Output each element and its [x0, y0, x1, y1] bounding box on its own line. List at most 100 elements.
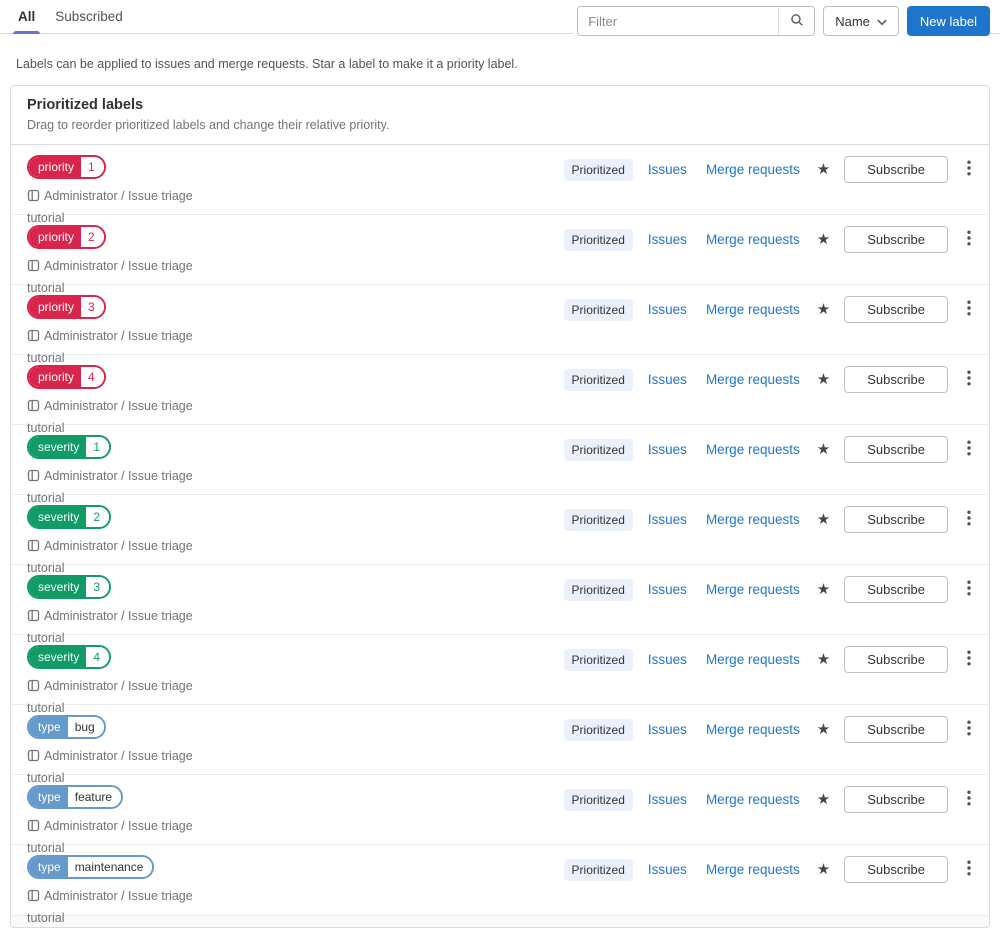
options-menu-button[interactable]: [963, 578, 975, 601]
scoped-label-badge[interactable]: priority 2: [27, 225, 106, 249]
label-value: 2: [86, 507, 110, 527]
issues-link[interactable]: Issues: [648, 302, 687, 317]
tab-all[interactable]: All: [8, 0, 45, 34]
row-actions: Prioritized Issues Merge requests ★ Subs…: [563, 366, 975, 393]
issues-link[interactable]: Issues: [648, 162, 687, 177]
label-row[interactable]: severity 1 Administrator / Issue triage …: [11, 425, 989, 505]
star-icon[interactable]: ★: [815, 510, 832, 529]
star-icon[interactable]: ★: [815, 160, 832, 179]
label-row[interactable]: priority 4 Administrator / Issue triage …: [11, 355, 989, 435]
row-actions: Prioritized Issues Merge requests ★ Subs…: [563, 786, 975, 813]
options-menu-button[interactable]: [963, 508, 975, 531]
merge-requests-link[interactable]: Merge requests: [706, 582, 800, 597]
sort-dropdown[interactable]: Name: [823, 6, 899, 36]
subscribe-button[interactable]: Subscribe: [844, 366, 948, 393]
subscribe-button[interactable]: Subscribe: [844, 856, 948, 883]
star-icon[interactable]: ★: [815, 580, 832, 599]
label-row[interactable]: type bug Administrator / Issue triage tu…: [11, 705, 989, 785]
project-icon: [27, 188, 40, 208]
merge-requests-link[interactable]: Merge requests: [706, 162, 800, 177]
project-icon: [27, 608, 40, 628]
prioritized-badge: Prioritized: [563, 788, 633, 811]
issues-link[interactable]: Issues: [648, 512, 687, 527]
label-row[interactable]: severity 3 Administrator / Issue triage …: [11, 565, 989, 645]
row-actions: Prioritized Issues Merge requests ★ Subs…: [563, 226, 975, 253]
issues-link[interactable]: Issues: [648, 722, 687, 737]
options-menu-button[interactable]: [963, 298, 975, 321]
star-icon[interactable]: ★: [815, 370, 832, 389]
star-icon[interactable]: ★: [815, 230, 832, 249]
subscribe-button[interactable]: Subscribe: [844, 506, 948, 533]
label-scope: severity: [29, 507, 87, 527]
prioritized-badge: Prioritized: [563, 298, 633, 321]
scoped-label-badge[interactable]: severity 1: [27, 435, 112, 459]
scoped-label-badge[interactable]: type feature: [27, 785, 124, 809]
issues-link[interactable]: Issues: [648, 442, 687, 457]
merge-requests-link[interactable]: Merge requests: [706, 372, 800, 387]
options-menu-button[interactable]: [963, 718, 975, 741]
subscribe-button[interactable]: Subscribe: [844, 646, 948, 673]
label-row[interactable]: priority 2 Administrator / Issue triage …: [11, 215, 989, 295]
prioritized-badge: Prioritized: [563, 858, 633, 881]
star-icon[interactable]: ★: [815, 860, 832, 879]
merge-requests-link[interactable]: Merge requests: [706, 512, 800, 527]
options-menu-button[interactable]: [963, 158, 975, 181]
tab-subscribed[interactable]: Subscribed: [45, 0, 133, 33]
merge-requests-link[interactable]: Merge requests: [706, 302, 800, 317]
scoped-label-badge[interactable]: severity 2: [27, 505, 112, 529]
filter-group: [577, 6, 816, 36]
star-icon[interactable]: ★: [815, 790, 832, 809]
scoped-label-badge[interactable]: severity 3: [27, 575, 112, 599]
star-icon[interactable]: ★: [815, 440, 832, 459]
merge-requests-link[interactable]: Merge requests: [706, 652, 800, 667]
options-menu-button[interactable]: [963, 648, 975, 671]
subscribe-button[interactable]: Subscribe: [844, 156, 948, 183]
label-row[interactable]: type maintenance Administrator / Issue t…: [11, 845, 989, 925]
options-menu-button[interactable]: [963, 438, 975, 461]
vertical-dots-icon: [967, 160, 971, 179]
scoped-label-badge[interactable]: type bug: [27, 715, 106, 739]
subscribe-button[interactable]: Subscribe: [844, 716, 948, 743]
subscribe-button[interactable]: Subscribe: [844, 576, 948, 603]
issues-link[interactable]: Issues: [648, 582, 687, 597]
issues-link[interactable]: Issues: [648, 792, 687, 807]
subscribe-button[interactable]: Subscribe: [844, 786, 948, 813]
filter-input[interactable]: [578, 7, 779, 35]
label-row[interactable]: priority 1 Administrator / Issue triage …: [11, 145, 989, 225]
scoped-label-badge[interactable]: priority 3: [27, 295, 106, 319]
label-row[interactable]: type feature Administrator / Issue triag…: [11, 775, 989, 855]
card-title: Prioritized labels: [27, 97, 144, 113]
options-menu-button[interactable]: [963, 858, 975, 881]
subscribe-button[interactable]: Subscribe: [844, 436, 948, 463]
merge-requests-link[interactable]: Merge requests: [706, 722, 800, 737]
scoped-label-badge[interactable]: priority 1: [27, 155, 106, 179]
options-menu-button[interactable]: [963, 228, 975, 251]
scoped-label-badge[interactable]: priority 4: [27, 365, 106, 389]
search-button[interactable]: [778, 7, 815, 35]
options-menu-button[interactable]: [963, 368, 975, 391]
row-actions: Prioritized Issues Merge requests ★ Subs…: [563, 506, 975, 533]
issues-link[interactable]: Issues: [648, 232, 687, 247]
options-menu-button[interactable]: [963, 788, 975, 811]
label-row[interactable]: severity 2 Administrator / Issue triage …: [11, 495, 989, 575]
label-row[interactable]: priority 3 Administrator / Issue triage …: [11, 285, 989, 365]
label-row[interactable]: severity 4 Administrator / Issue triage …: [11, 635, 989, 715]
issues-link[interactable]: Issues: [648, 372, 687, 387]
new-label-button[interactable]: New label: [906, 6, 990, 36]
subscribe-button[interactable]: Subscribe: [844, 226, 948, 253]
merge-requests-link[interactable]: Merge requests: [706, 232, 800, 247]
project-icon: [27, 818, 40, 838]
merge-requests-link[interactable]: Merge requests: [706, 442, 800, 457]
scoped-label-badge[interactable]: type maintenance: [27, 855, 155, 879]
row-actions: Prioritized Issues Merge requests ★ Subs…: [563, 576, 975, 603]
merge-requests-link[interactable]: Merge requests: [706, 792, 800, 807]
merge-requests-link[interactable]: Merge requests: [706, 862, 800, 877]
star-icon[interactable]: ★: [815, 300, 832, 319]
star-icon[interactable]: ★: [815, 650, 832, 669]
subscribe-button[interactable]: Subscribe: [844, 296, 948, 323]
scoped-label-badge[interactable]: severity 4: [27, 645, 112, 669]
label-scope: type: [29, 717, 68, 737]
star-icon[interactable]: ★: [815, 720, 832, 739]
issues-link[interactable]: Issues: [648, 862, 687, 877]
issues-link[interactable]: Issues: [648, 652, 687, 667]
